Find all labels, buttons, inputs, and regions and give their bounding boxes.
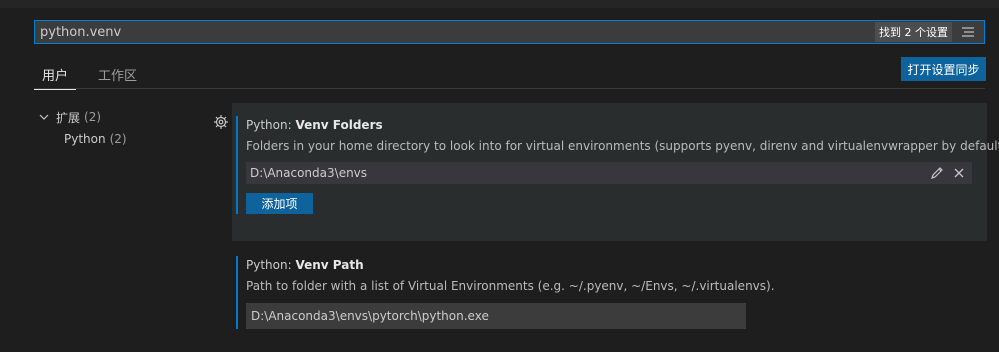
tab-user[interactable]: 用户 [34, 63, 77, 90]
setting-title: Python: Venv Path [246, 258, 775, 272]
tab-workspace[interactable]: 工作区 [90, 63, 145, 90]
setting-venv-path: Python: Venv Path Path to folder with a … [236, 256, 775, 329]
gear-icon[interactable] [213, 114, 229, 130]
toc-item-label: Python [64, 132, 106, 146]
toc-item-python[interactable]: Python (2) [38, 128, 127, 150]
toc-item-count: (2) [84, 110, 102, 124]
setting-name: Venv Path [295, 258, 364, 272]
setting-description: Path to folder with a list of Virtual En… [246, 279, 775, 293]
add-item-button[interactable]: 添加项 [246, 193, 313, 214]
tab-divider [34, 88, 985, 89]
settings-search-box[interactable]: 找到 2 个设置 [34, 20, 985, 44]
search-result-count: 找到 2 个设置 [875, 22, 952, 42]
venv-path-input[interactable] [246, 303, 746, 329]
setting-venv-folders: Python: Venv Folders Folders in your hom… [236, 116, 999, 214]
title-strip [0, 0, 999, 8]
filter-icon[interactable] [958, 22, 978, 42]
list-item-value: D:\Anaconda3\envs [250, 166, 368, 180]
open-settings-sync-button[interactable]: 打开设置同步 [901, 57, 986, 81]
setting-title: Python: Venv Folders [246, 118, 999, 132]
close-icon[interactable] [950, 164, 968, 182]
settings-search-input[interactable] [35, 21, 875, 43]
toc-item-count: (2) [109, 132, 127, 146]
setting-category: Python: [246, 118, 296, 132]
list-item[interactable]: D:\Anaconda3\envs [246, 162, 972, 184]
edit-icon[interactable] [928, 164, 946, 182]
toc-item-extensions[interactable]: 扩展 (2) [38, 106, 127, 128]
setting-name: Venv Folders [295, 118, 383, 132]
toc-item-label: 扩展 [56, 110, 81, 125]
setting-description: Folders in your home directory to look i… [246, 139, 999, 153]
settings-toc: 扩展 (2) Python (2) [38, 106, 127, 150]
chevron-down-icon [38, 110, 52, 124]
settings-tabs: 用户 工作区 [34, 63, 145, 90]
setting-category: Python: [246, 258, 296, 272]
